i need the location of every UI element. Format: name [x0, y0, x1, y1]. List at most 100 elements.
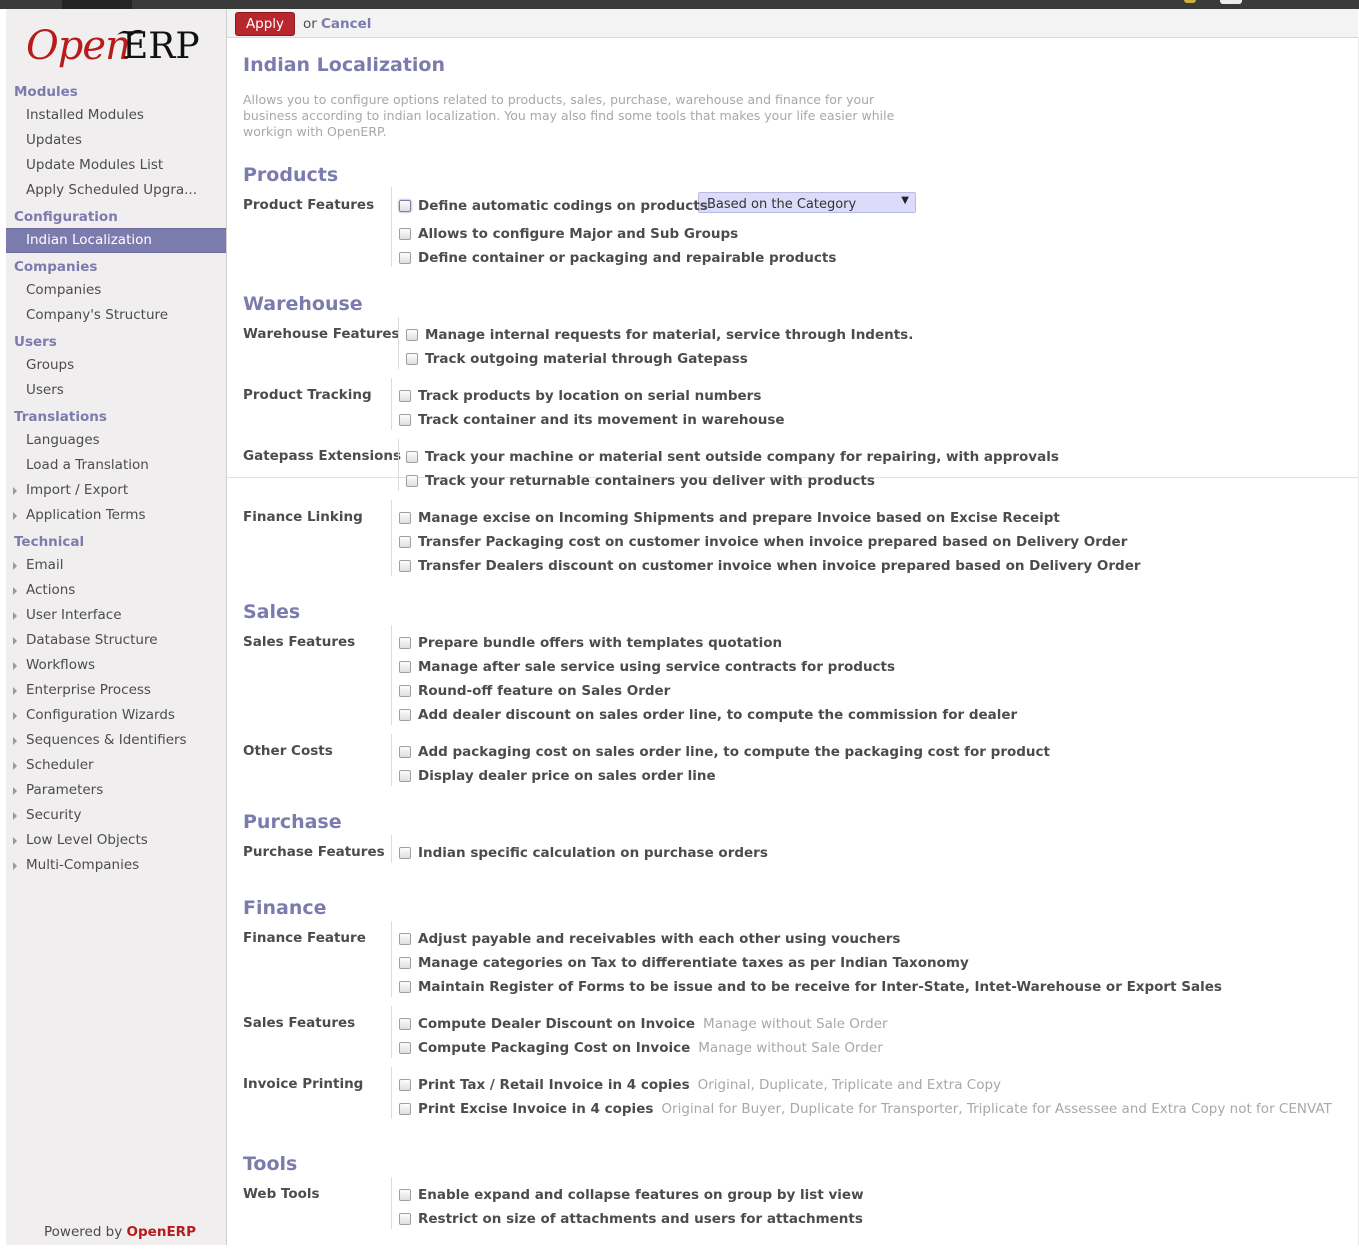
- checkbox[interactable]: [399, 709, 411, 721]
- sidebar-item-configuration-wizards[interactable]: Configuration Wizards: [6, 703, 226, 728]
- sidebar-item-parameters[interactable]: Parameters: [6, 778, 226, 803]
- expand-arrow-icon[interactable]: [13, 812, 17, 820]
- option-track-outgoing-material-through-gatepass[interactable]: Track outgoing material through Gatepass: [406, 351, 748, 367]
- checkbox[interactable]: [406, 475, 418, 487]
- option-restrict-on-size-of-attachments-and-user[interactable]: Restrict on size of attachments and user…: [399, 1211, 863, 1227]
- checkbox[interactable]: [399, 1189, 411, 1201]
- option-add-dealer-discount-on-sales-order-line-[interactable]: Add dealer discount on sales order line,…: [399, 707, 1017, 723]
- expand-arrow-icon[interactable]: [13, 837, 17, 845]
- sidebar-item-sequences-identifiers[interactable]: Sequences & Identifiers: [6, 728, 226, 753]
- checkbox[interactable]: [399, 228, 411, 240]
- powered-by-link[interactable]: OpenERP: [127, 1224, 196, 1240]
- sidebar-item-security[interactable]: Security: [6, 803, 226, 828]
- expand-arrow-icon[interactable]: [13, 587, 17, 595]
- option-round-off-feature-on-sales-order[interactable]: Round-off feature on Sales Order: [399, 683, 670, 699]
- checkbox[interactable]: [399, 200, 411, 212]
- checkbox[interactable]: [399, 536, 411, 548]
- option-manage-categories-on-tax-to-differentiat[interactable]: Manage categories on Tax to differentiat…: [399, 955, 969, 971]
- checkbox[interactable]: [399, 981, 411, 993]
- option-track-container-and-its-movement-in-ware[interactable]: Track container and its movement in ware…: [399, 412, 785, 428]
- checkbox[interactable]: [399, 685, 411, 697]
- expand-arrow-icon[interactable]: [13, 712, 17, 720]
- option-display-dealer-price-on-sales-order-line[interactable]: Display dealer price on sales order line: [399, 768, 716, 784]
- checkbox[interactable]: [406, 329, 418, 341]
- option-manage-internal-requests-for-material-se[interactable]: Manage internal requests for material, s…: [406, 327, 913, 343]
- option-compute-dealer-discount-on-invoice[interactable]: Compute Dealer Discount on Invoice Manage…: [399, 1016, 888, 1032]
- option-allows-to-configure-major-and-sub-groups[interactable]: Allows to configure Major and Sub Groups: [399, 226, 738, 242]
- coding-method-select[interactable]: Based on the Category ▼: [698, 192, 916, 213]
- option-track-your-machine-or-material-sent-outs[interactable]: Track your machine or material sent outs…: [406, 449, 1059, 465]
- checkbox[interactable]: [399, 1079, 411, 1091]
- checkbox[interactable]: [399, 847, 411, 859]
- checkbox[interactable]: [399, 770, 411, 782]
- expand-arrow-icon[interactable]: [13, 487, 17, 495]
- checkbox[interactable]: [399, 1213, 411, 1225]
- checkbox[interactable]: [399, 252, 411, 264]
- option-define-automatic-codings-on-products[interactable]: Define automatic codings on products: [399, 198, 708, 214]
- option-add-packaging-cost-on-sales-order-line-t[interactable]: Add packaging cost on sales order line, …: [399, 744, 1050, 760]
- sidebar-item-installed-modules[interactable]: Installed Modules: [6, 103, 226, 128]
- sidebar-item-languages[interactable]: Languages: [6, 428, 226, 453]
- expand-arrow-icon[interactable]: [13, 662, 17, 670]
- sidebar-item-updates[interactable]: Updates: [6, 128, 226, 153]
- sidebar-item-scheduler[interactable]: Scheduler: [6, 753, 226, 778]
- checkbox[interactable]: [399, 1018, 411, 1030]
- checkbox[interactable]: [399, 414, 411, 426]
- expand-arrow-icon[interactable]: [13, 612, 17, 620]
- sidebar-item-users[interactable]: Users: [6, 378, 226, 403]
- sidebar-item-workflows[interactable]: Workflows: [6, 653, 226, 678]
- checkbox[interactable]: [399, 1042, 411, 1054]
- option-compute-packaging-cost-on-invoice[interactable]: Compute Packaging Cost on Invoice Manage …: [399, 1040, 883, 1056]
- sidebar-item-company-s-structure[interactable]: Company's Structure: [6, 303, 226, 328]
- sidebar-item-update-modules-list[interactable]: Update Modules List: [6, 153, 226, 178]
- option-transfer-packaging-cost-on-customer-invo[interactable]: Transfer Packaging cost on customer invo…: [399, 534, 1127, 550]
- chat-icon[interactable]: [1220, 0, 1242, 4]
- sidebar-item-email[interactable]: Email: [6, 553, 226, 578]
- sidebar-item-actions[interactable]: Actions: [6, 578, 226, 603]
- checkbox[interactable]: [399, 637, 411, 649]
- checkbox[interactable]: [399, 933, 411, 945]
- sidebar-item-enterprise-process[interactable]: Enterprise Process: [6, 678, 226, 703]
- notification-icon[interactable]: [1184, 0, 1196, 3]
- sidebar-item-indian-localization[interactable]: Indian Localization: [6, 228, 226, 253]
- option-track-products-by-location-on-serial-num[interactable]: Track products by location on serial num…: [399, 388, 761, 404]
- sidebar-item-apply-scheduled-upgra[interactable]: Apply Scheduled Upgra...: [6, 178, 226, 203]
- option-print-tax-retail-invoice-in-4-copies[interactable]: Print Tax / Retail Invoice in 4 copies Or…: [399, 1077, 1001, 1093]
- sidebar-item-application-terms[interactable]: Application Terms: [6, 503, 226, 528]
- checkbox[interactable]: [399, 746, 411, 758]
- sidebar-item-groups[interactable]: Groups: [6, 353, 226, 378]
- top-menu-tab[interactable]: [62, 0, 132, 9]
- checkbox[interactable]: [406, 353, 418, 365]
- option-manage-after-sale-service-using-service-[interactable]: Manage after sale service using service …: [399, 659, 895, 675]
- checkbox[interactable]: [399, 390, 411, 402]
- expand-arrow-icon[interactable]: [13, 787, 17, 795]
- option-enable-expand-and-collapse-features-on-g[interactable]: Enable expand and collapse features on g…: [399, 1187, 864, 1203]
- sidebar-item-import-export[interactable]: Import / Export: [6, 478, 226, 503]
- option-maintain-register-of-forms-to-be-issue-a[interactable]: Maintain Register of Forms to be issue a…: [399, 979, 1222, 995]
- option-print-excise-invoice-in-4-copies[interactable]: Print Excise Invoice in 4 copies Original…: [399, 1101, 1332, 1117]
- expand-arrow-icon[interactable]: [13, 687, 17, 695]
- sidebar-item-companies[interactable]: Companies: [6, 278, 226, 303]
- option-adjust-payable-and-receivables-with-each[interactable]: Adjust payable and receivables with each…: [399, 931, 900, 947]
- option-indian-specific-calculation-on-purchase-[interactable]: Indian specific calculation on purchase …: [399, 845, 768, 861]
- option-manage-excise-on-incoming-shipments-and-[interactable]: Manage excise on Incoming Shipments and …: [399, 510, 1060, 526]
- expand-arrow-icon[interactable]: [13, 762, 17, 770]
- checkbox[interactable]: [399, 957, 411, 969]
- sidebar-item-multi-companies[interactable]: Multi-Companies: [6, 853, 226, 878]
- expand-arrow-icon[interactable]: [13, 562, 17, 570]
- checkbox[interactable]: [399, 1103, 411, 1115]
- cancel-link[interactable]: Cancel: [321, 16, 371, 32]
- option-track-your-returnable-containers-you-del[interactable]: Track your returnable containers you del…: [406, 473, 875, 489]
- expand-arrow-icon[interactable]: [13, 737, 17, 745]
- expand-arrow-icon[interactable]: [13, 637, 17, 645]
- option-prepare-bundle-offers-with-templates-quo[interactable]: Prepare bundle offers with templates quo…: [399, 635, 782, 651]
- sidebar-item-load-a-translation[interactable]: Load a Translation: [6, 453, 226, 478]
- sidebar-item-database-structure[interactable]: Database Structure: [6, 628, 226, 653]
- apply-button[interactable]: Apply: [235, 12, 295, 36]
- expand-arrow-icon[interactable]: [13, 512, 17, 520]
- checkbox[interactable]: [399, 661, 411, 673]
- expand-arrow-icon[interactable]: [13, 862, 17, 870]
- checkbox[interactable]: [406, 451, 418, 463]
- checkbox[interactable]: [399, 512, 411, 524]
- checkbox[interactable]: [399, 560, 411, 572]
